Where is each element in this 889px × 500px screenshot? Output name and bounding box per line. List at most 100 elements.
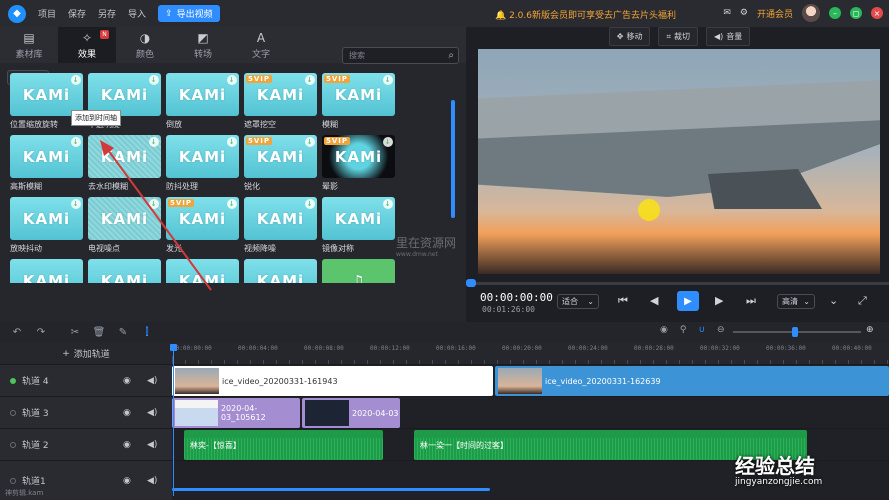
download-icon[interactable]: ↓ [383,137,393,147]
move-button[interactable]: ✥ 移动 [608,27,651,46]
split-icon[interactable]: ⫿ [140,327,154,338]
effect-thumbnail[interactable]: KAMi ↓ [10,135,83,178]
eye-icon[interactable]: ◉ [123,408,131,418]
pencil-icon[interactable]: ✎ [116,327,130,338]
effect-thumbnail[interactable]: KAMi 5VIP ↓ [322,135,395,178]
redo-icon[interactable]: ↷ [34,327,48,338]
effect-item[interactable]: KAMi ↓ 高斯模糊 [10,135,83,192]
tab-text[interactable]: A 文字 [232,27,290,63]
effects-scrollbar[interactable] [451,100,455,218]
eye-icon[interactable]: ◉ [123,476,131,486]
download-icon[interactable]: ↓ [383,199,393,209]
progress-knob[interactable] [466,279,476,287]
play-button[interactable]: ▶ [677,291,699,311]
effect-item[interactable]: KAMi ↓ 去水印模糊 [88,135,161,192]
speaker-icon[interactable]: ◀) [147,408,157,418]
download-icon[interactable]: ↓ [383,75,393,85]
promo-banner[interactable]: 🔔 2.0.6新版会员即可享受去广告去片头福利 [495,8,676,21]
effect-item[interactable]: KAMi [10,259,83,283]
crop-button[interactable]: ⌗ 裁切 [658,27,698,46]
message-icon[interactable]: ✉ [723,8,731,18]
effect-thumbnail[interactable]: KAMi ↓ [322,197,395,240]
effect-item[interactable]: KAMi 5VIP ↓ 锐化 [244,135,317,192]
add-track-button[interactable]: + 添加轨道 [0,342,172,365]
export-video-button[interactable]: ⇪ 导出视频 [158,5,220,22]
clip-audio-jingxi[interactable]: 林奕-【惊喜】 [184,430,383,460]
effect-item[interactable]: KAMi ↓ 放映抖动 [10,197,83,254]
tab-effects[interactable]: ✧ 效果 N [58,27,116,63]
effect-item[interactable]: KAMi [244,259,317,283]
download-icon[interactable]: ↓ [149,75,159,85]
download-icon[interactable]: ↓ [227,75,237,85]
effect-thumbnail[interactable]: KAMi ↓ [88,135,161,178]
magnet-icon[interactable]: ∪ [698,325,705,335]
fit-select[interactable]: 适合 ⌄ [557,294,599,309]
speaker-icon[interactable]: ◀) [147,376,157,386]
timeline-scrollbar[interactable] [172,488,490,491]
quality-select[interactable]: 高清 ⌄ [777,294,815,309]
download-icon[interactable]: ↓ [305,75,315,85]
fullscreen-icon[interactable]: ⤢ [858,294,867,308]
time-ruler[interactable]: 00:00:00:00 00:00:04:00 00:00:08:00 00:00:1… [172,342,889,364]
effect-thumbnail[interactable]: KAMi 5VIP ↓ [244,135,317,178]
effect-item[interactable]: KAMi ↓ 防抖处理 [166,135,239,192]
tab-transition[interactable]: ◩ 转场 [174,27,232,63]
menu-project[interactable]: 项目 [38,7,56,20]
volume-button[interactable]: ◀) 音量 [705,27,751,46]
download-icon[interactable]: ↓ [227,199,237,209]
effect-item[interactable]: KAMi [88,259,161,283]
effect-thumbnail[interactable]: KAMi ↓ [166,73,239,116]
zoom-knob[interactable] [792,327,798,337]
step-forward-icon[interactable]: ▶ [715,294,723,307]
clip-image-105612[interactable]: 2020-04-03_105612 [172,398,300,428]
menu-save[interactable]: 保存 [68,7,86,20]
effect-item[interactable]: KAMi ↓ 镜像对称 [322,197,395,254]
download-icon[interactable]: ↓ [71,75,81,85]
gear-icon[interactable]: ⚙ [740,8,748,18]
download-icon[interactable]: ↓ [227,137,237,147]
download-icon[interactable]: ↓ [149,199,159,209]
effect-thumbnail[interactable]: KAMi [88,259,161,283]
track-header[interactable]: 轨道 4 ◉ ◀) [0,364,172,396]
effect-thumbnail[interactable]: KAMi ↓ [88,197,161,240]
speaker-icon[interactable]: ◀) [147,476,157,486]
effect-thumbnail[interactable]: KAMi ↓ [10,197,83,240]
zoom-out-icon[interactable]: ⊖ [717,325,725,335]
download-icon[interactable]: ↓ [71,137,81,147]
vip-link[interactable]: 开通会员 [757,7,793,20]
effect-thumbnail[interactable]: KAMi ↓ [166,135,239,178]
close-icon[interactable]: × [871,7,883,19]
track-header[interactable]: 轨道 2 ◉ ◀) [0,428,172,460]
clip-video-161943[interactable]: ice_video_20200331-161943 [172,366,493,396]
playhead[interactable] [173,346,174,496]
skip-end-icon[interactable]: ⏭ [746,294,756,308]
step-back-icon[interactable]: ◀ [650,294,658,307]
collapse-icon[interactable]: ⌄ [829,294,838,307]
effect-item[interactable]: KAMi 5VIP ↓ 晕影 [322,135,395,192]
effect-thumbnail[interactable]: ♫ [322,259,395,283]
clip-image-0403[interactable]: 2020-04-03 [302,398,400,428]
effect-item[interactable]: KAMi 5VIP ↓ 发光 [166,197,239,254]
minimize-icon[interactable]: – [829,7,841,19]
effect-thumbnail[interactable]: KAMi ↓ [244,197,317,240]
playback-progress[interactable] [469,282,889,285]
avatar[interactable] [802,4,820,22]
track-header[interactable]: 轨道 3 ◉ ◀) [0,396,172,428]
effect-item[interactable]: ♫ [322,259,395,283]
download-icon[interactable]: ↓ [149,137,159,147]
effect-thumbnail[interactable]: KAMi 5VIP ↓ [322,73,395,116]
clip-video-162639[interactable]: ice_video_20200331-162639 [495,366,889,396]
search-icon[interactable]: ⌕ [448,50,454,61]
effect-thumbnail[interactable]: KAMi [244,259,317,283]
effect-item[interactable]: KAMi ↓ 视频降噪 [244,197,317,254]
effect-thumbnail[interactable]: KAMi [166,259,239,283]
eye-icon[interactable]: ◉ [123,376,131,386]
eye-icon[interactable]: ◉ [123,440,131,450]
download-icon[interactable]: ↓ [71,199,81,209]
search-input[interactable]: 搜索 ⌕ [342,47,459,64]
effect-thumbnail[interactable]: KAMi [10,259,83,283]
menu-save-as[interactable]: 另存 [98,7,116,20]
effect-thumbnail[interactable]: KAMi 5VIP ↓ [166,197,239,240]
download-icon[interactable]: ↓ [305,137,315,147]
skip-start-icon[interactable]: ⏮ [618,294,628,308]
